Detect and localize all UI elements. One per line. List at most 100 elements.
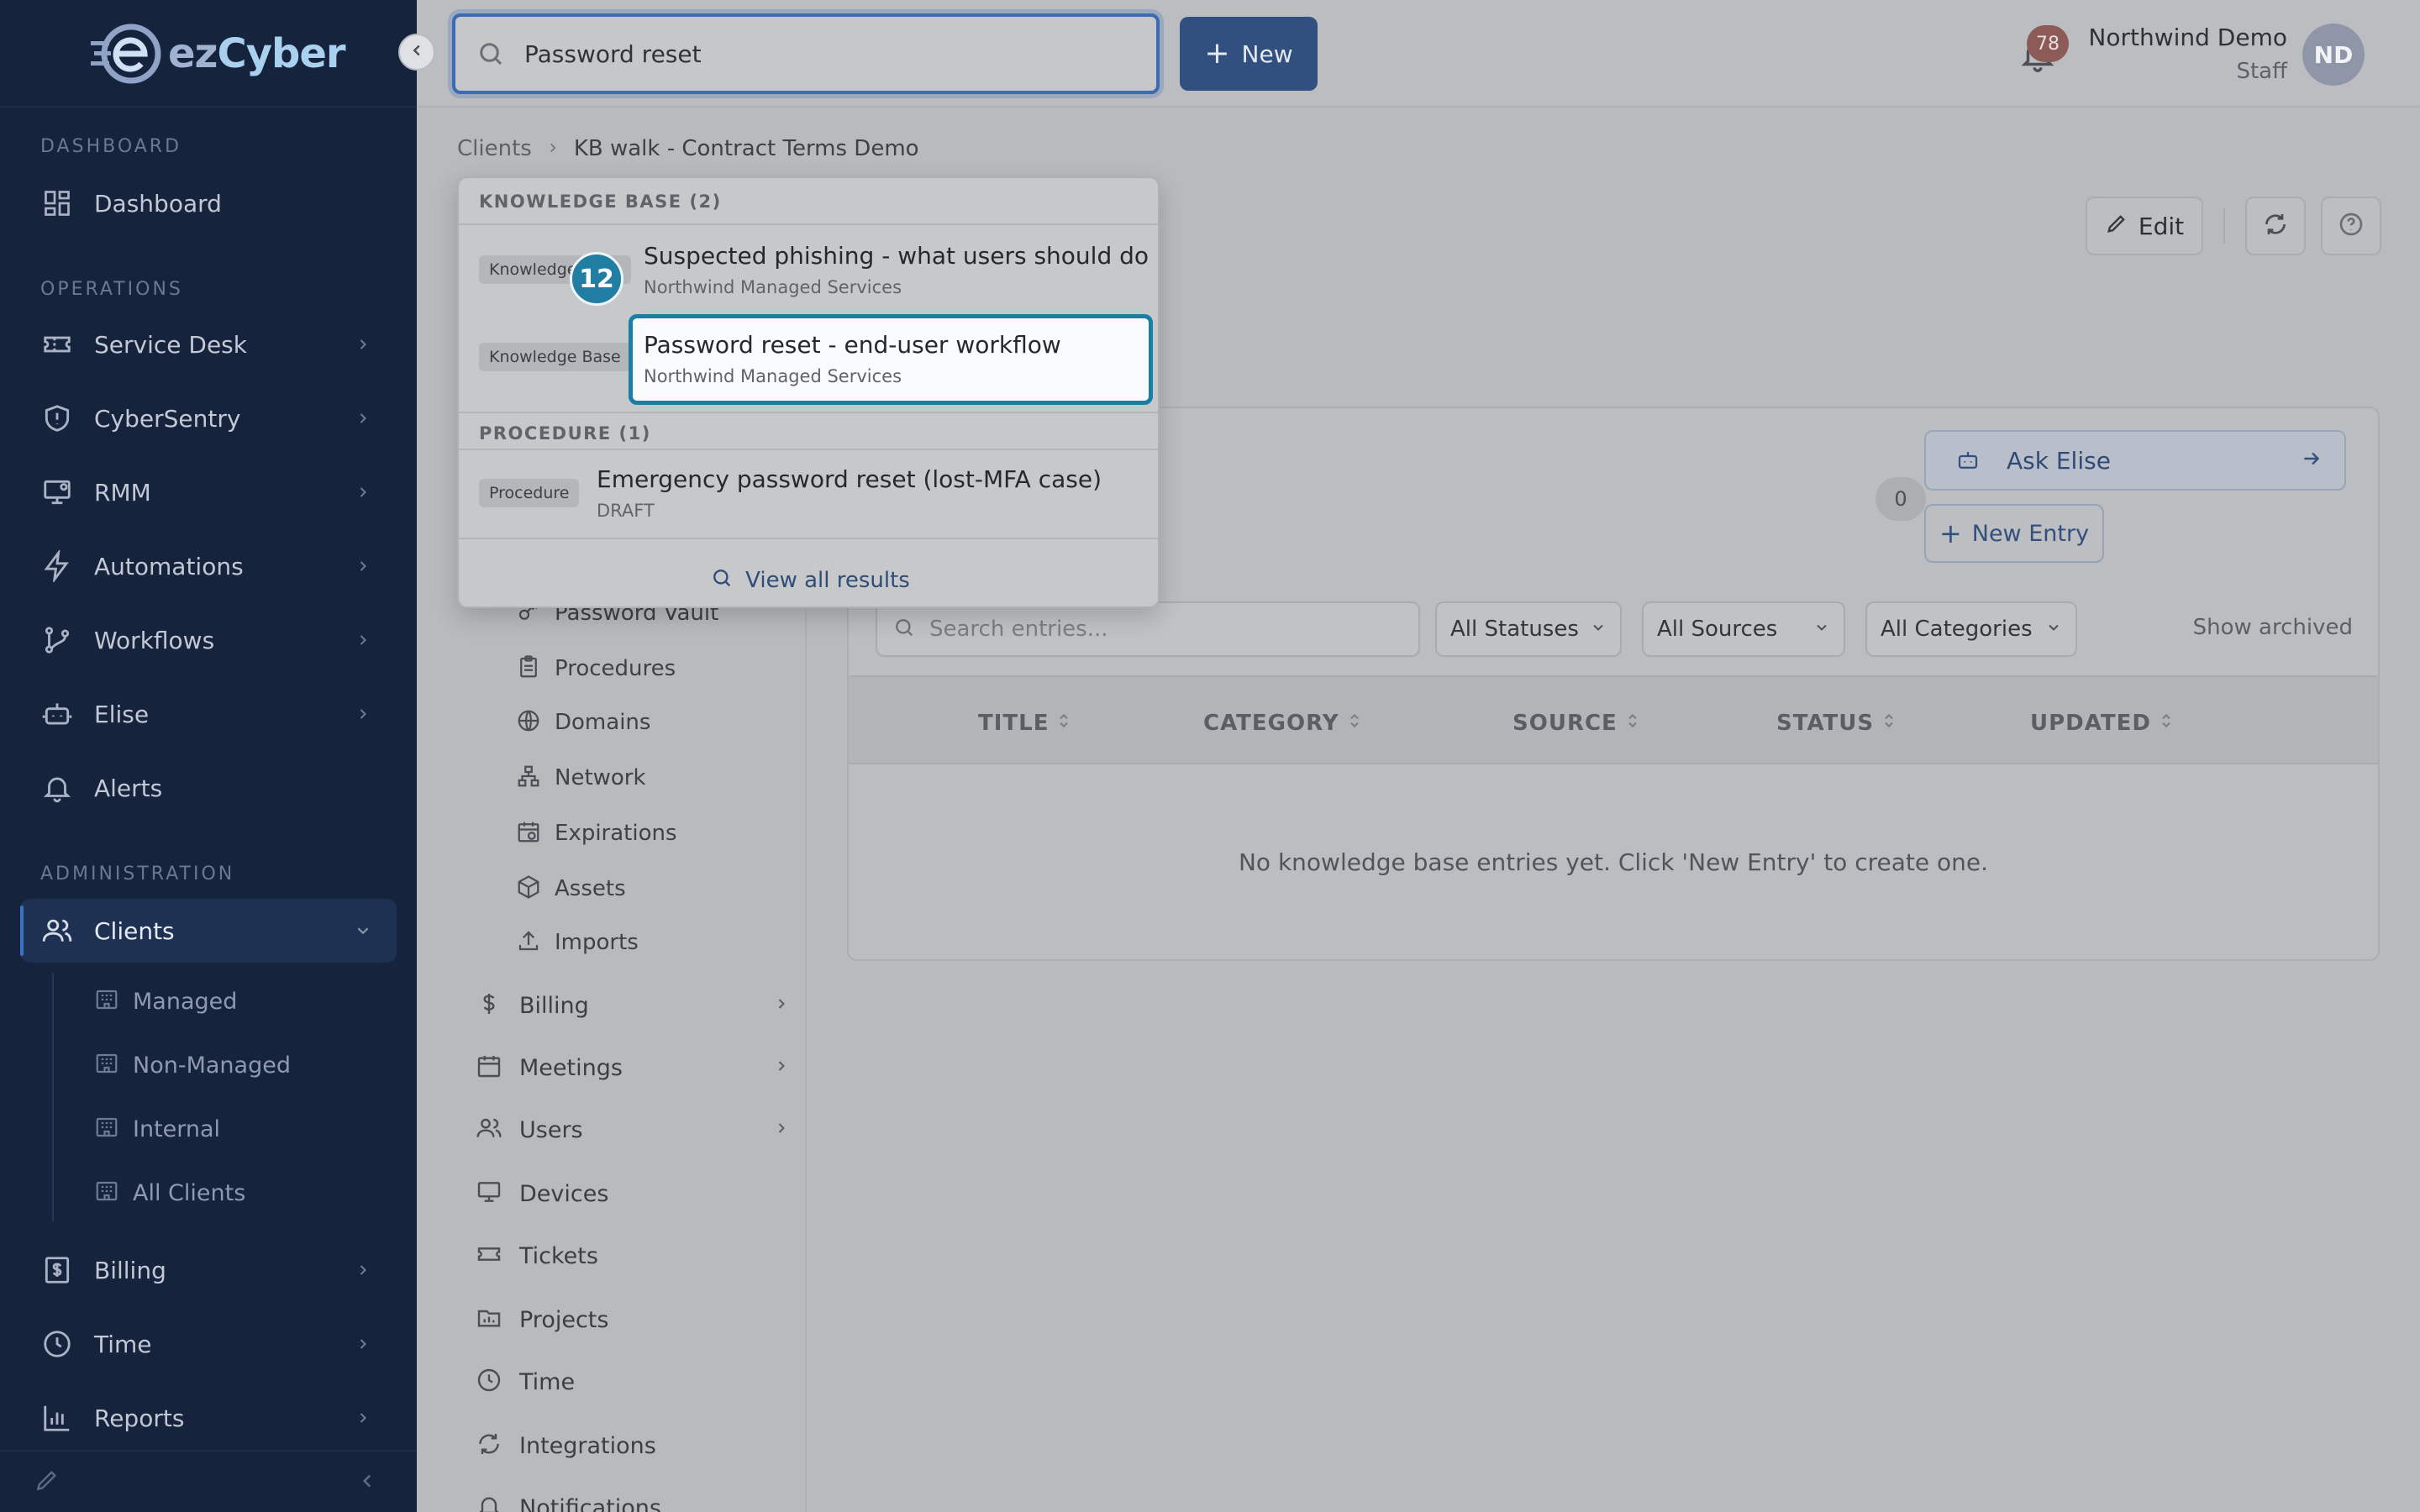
subnav-label: Tickets <box>519 1242 598 1269</box>
selected-result-highlight[interactable] <box>629 314 1153 405</box>
sidebar-item-cybersentry[interactable]: CyberSentry <box>20 386 397 450</box>
view-all-results-link[interactable]: View all results <box>459 553 1158 606</box>
logo-wordmark: ezCyber <box>168 30 346 77</box>
sidebar-item-clients[interactable]: Clients <box>20 899 397 963</box>
subnav-label: Integrations <box>519 1432 656 1459</box>
subnav-item-imports[interactable]: Imports <box>516 917 639 968</box>
notification-count-badge: 78 <box>2027 25 2069 62</box>
sidebar-subitem-internal[interactable]: Internal <box>94 1104 220 1154</box>
ask-elise-button[interactable]: Ask Elise <box>1924 430 2346 491</box>
sidebar-item-service-desk[interactable]: Service Desk <box>20 312 397 376</box>
box-icon <box>516 874 541 903</box>
subnav-item-network[interactable]: Network <box>516 753 646 803</box>
breadcrumb: Clients KB walk - Contract Terms Demo <box>457 136 919 161</box>
avatar[interactable]: ND <box>2302 24 2365 86</box>
building-icon <box>94 987 119 1016</box>
column-header-category[interactable]: CATEGORY <box>1203 711 1361 736</box>
column-header-source[interactable]: SOURCE <box>1512 711 1639 736</box>
subnav-label: Billing <box>519 992 589 1019</box>
subnav-label: Procedures <box>555 656 676 681</box>
dollar-icon <box>476 990 502 1021</box>
sidebar-item-reports[interactable]: Reports <box>20 1386 397 1450</box>
subnav-item-meetings[interactable]: Meetings <box>476 1038 795 1097</box>
sidebar-subitem-managed[interactable]: Managed <box>94 976 237 1026</box>
source-filter-select[interactable]: All Sources <box>1642 601 1845 657</box>
building-icon <box>94 1115 119 1143</box>
subnav-item-procedures[interactable]: Procedures <box>516 643 676 694</box>
new-button[interactable]: + New <box>1180 17 1318 91</box>
subnav-label: Notifications <box>519 1494 661 1512</box>
subnav-item-assets[interactable]: Assets <box>516 864 626 914</box>
section-label-operations: OPERATIONS <box>40 279 183 300</box>
global-search-input[interactable]: Password reset <box>452 13 1160 94</box>
sidebar-item-label: Clients <box>94 916 175 945</box>
column-header-status[interactable]: STATUS <box>1776 711 1896 736</box>
sidebar-item-label: Elise <box>94 700 150 728</box>
subnav-label: Assets <box>555 876 626 901</box>
sidebar-subitem-all-clients[interactable]: All Clients <box>94 1168 245 1218</box>
chevron-right-icon <box>348 477 378 507</box>
search-icon <box>892 616 916 643</box>
subnav-item-users[interactable]: Users <box>476 1100 795 1159</box>
sort-icon <box>1057 711 1071 736</box>
view-all-label: View all results <box>745 568 910 593</box>
category-filter-value: All Categories <box>1881 617 2033 642</box>
subnav-item-expirations[interactable]: Expirations <box>516 808 677 858</box>
subnav-item-notifications[interactable]: Notifications <box>476 1478 795 1512</box>
logo[interactable]: ezCyber <box>91 20 346 87</box>
building-icon <box>94 1179 119 1207</box>
chevron-right-icon <box>773 1120 790 1140</box>
sidebar-item-alerts[interactable]: Alerts <box>20 756 397 820</box>
sidebar-item-rmm[interactable]: RMM <box>20 460 397 524</box>
category-filter-select[interactable]: All Categories <box>1865 601 2077 657</box>
subnav-item-billing[interactable]: Billing <box>476 976 795 1035</box>
subnav-item-devices[interactable]: Devices <box>476 1164 795 1223</box>
calendar-clock-icon <box>516 819 541 848</box>
chevron-right-icon <box>348 1403 378 1433</box>
sidebar-item-billing[interactable]: Billing <box>20 1238 397 1302</box>
column-header-updated[interactable]: UPDATED <box>2030 711 2173 736</box>
section-label-administration: ADMINISTRATION <box>40 864 235 885</box>
breadcrumb-clients-link[interactable]: Clients <box>457 136 532 161</box>
sidebar-item-workflows[interactable]: Workflows <box>20 608 397 672</box>
subnav-label: Expirations <box>555 821 677 846</box>
chevron-down-icon <box>1813 617 1830 642</box>
sidebar-item-label: Service Desk <box>94 330 247 359</box>
subnav-item-domains[interactable]: Domains <box>516 697 650 748</box>
subnav-item-tickets[interactable]: Tickets <box>476 1226 795 1285</box>
help-button[interactable] <box>2321 197 2381 255</box>
sidebar-item-time[interactable]: Time <box>20 1312 397 1376</box>
chevron-left-icon <box>408 41 426 63</box>
subnav-item-time[interactable]: Time <box>476 1352 795 1411</box>
sidebar-item-label: Workflows <box>94 626 215 654</box>
pencil-icon[interactable] <box>34 1467 60 1497</box>
new-entry-button[interactable]: + New Entry <box>1924 504 2104 563</box>
chevron-right-icon <box>773 1058 790 1078</box>
subnav-item-projects[interactable]: Projects <box>476 1290 795 1349</box>
result-title: Password reset - end-user workflow <box>644 331 1061 359</box>
subnav-item-integrations[interactable]: Integrations <box>476 1416 795 1475</box>
sidebar-subitem-label: Managed <box>133 988 238 1015</box>
sidebar-item-label: Reports <box>94 1404 185 1432</box>
collapse-left-icon[interactable] <box>356 1470 378 1495</box>
sidebar-subitem-non-managed[interactable]: Non-Managed <box>94 1040 291 1090</box>
sidebar-item-label: RMM <box>94 478 151 507</box>
search-icon <box>476 39 506 69</box>
result-type-tag: Knowledge Base <box>479 343 631 371</box>
entry-search-input[interactable]: Search entries... <box>876 601 1420 657</box>
sidebar-item-dashboard[interactable]: Dashboard <box>20 171 397 235</box>
status-filter-select[interactable]: All Statuses <box>1435 601 1622 657</box>
chevron-right-icon <box>545 137 560 160</box>
chart-icon <box>39 1399 76 1436</box>
sidebar-item-automations[interactable]: Automations <box>20 534 397 598</box>
column-header-title[interactable]: TITLE <box>978 711 1071 736</box>
result-subtitle: DRAFT <box>597 501 655 521</box>
edit-button[interactable]: Edit <box>2086 197 2203 255</box>
refresh-icon <box>2262 211 2289 241</box>
show-archived-toggle[interactable]: Show archived <box>2193 615 2353 640</box>
sidebar-toggle-button[interactable] <box>398 34 435 71</box>
sidebar-item-elise[interactable]: Elise <box>20 682 397 746</box>
network-icon <box>516 764 541 792</box>
chevron-right-icon <box>348 699 378 729</box>
refresh-button[interactable] <box>2245 197 2306 255</box>
